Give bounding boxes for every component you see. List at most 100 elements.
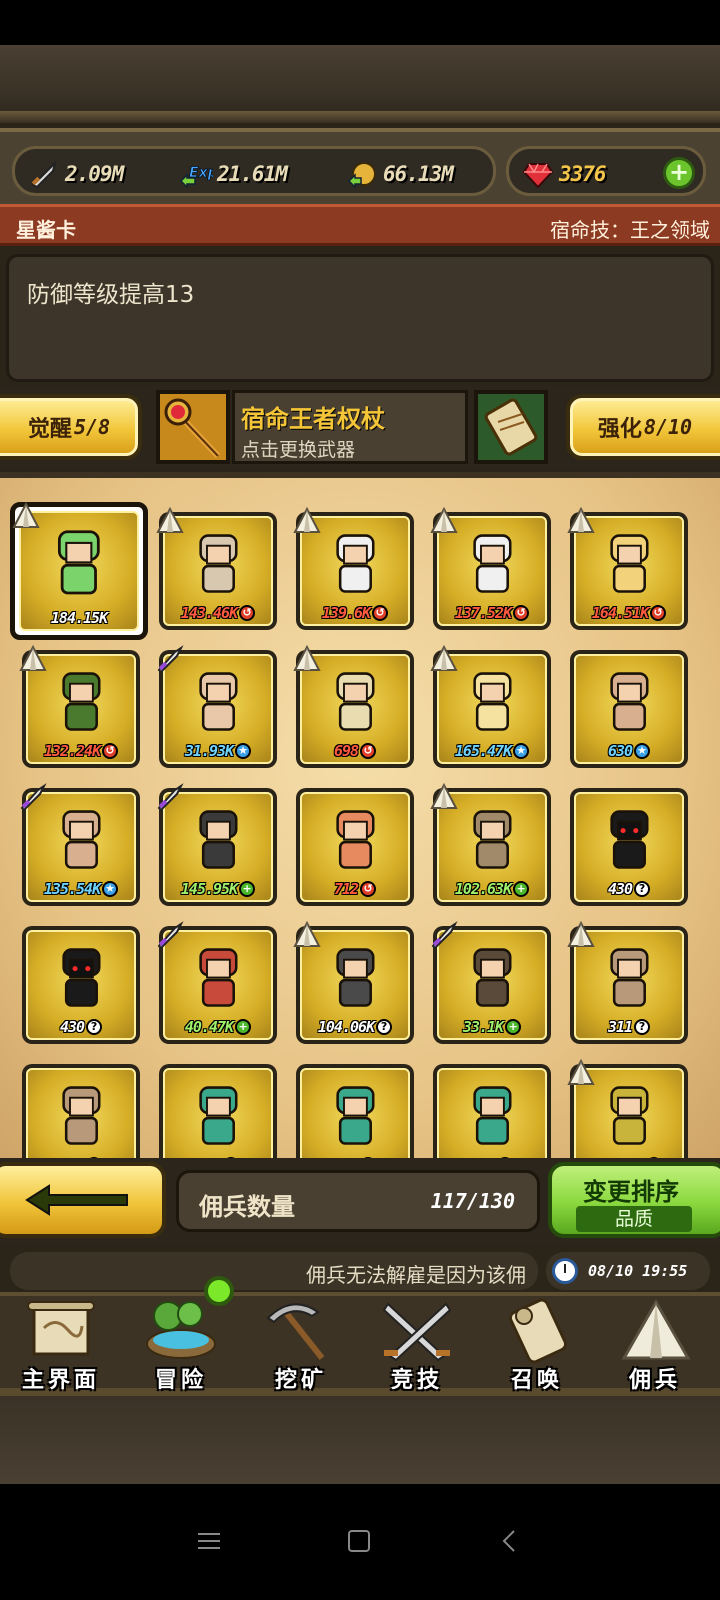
hero-card[interactable]: 145.95K + <box>157 783 277 906</box>
hero-power-value: 40.47K <box>184 1018 234 1036</box>
hero-class-icon: ↺ <box>360 743 377 759</box>
hero-sprite <box>472 810 512 869</box>
enhance-button[interactable]: 强化 8/10 <box>566 394 720 460</box>
hero-power: 430? <box>576 880 682 898</box>
hero-card[interactable]: 33.1K + <box>431 921 551 1044</box>
bottom-wall-decoration <box>0 1396 720 1484</box>
card-name-bar: 星酱卡 宿命技：王之领域 <box>0 204 720 246</box>
hero-card[interactable]: 311? <box>567 920 688 1044</box>
hero-card[interactable]: 143.46K ↺ <box>156 506 277 630</box>
hero-card[interactable]: 164.51K ↺ <box>567 506 688 630</box>
awaken-button[interactable]: 觉醒 5/8 <box>0 394 142 460</box>
hero-card[interactable]: 311? <box>22 1064 140 1158</box>
hero-card[interactable]: 430? <box>570 788 688 906</box>
currency-bar: 2.09M Exp 21.61M 66.13M 3376 <box>0 128 720 210</box>
hero-class-icon: ? <box>86 1157 103 1158</box>
home-icon[interactable] <box>344 1526 374 1556</box>
tent-badge-icon <box>567 506 595 533</box>
exp-resource: Exp 21.61M <box>179 159 288 189</box>
ruby-icon <box>521 159 555 189</box>
nav-item-adventure[interactable]: 冒险 <box>122 1298 240 1394</box>
tent-badge-icon <box>430 506 458 533</box>
hero-card[interactable]: 291+ <box>159 1064 277 1158</box>
hero-class-icon: ↺ <box>372 605 389 621</box>
enhance-progress: 8/10 <box>643 415 693 439</box>
add-gems-button[interactable]: + <box>663 157 695 189</box>
sword-icon <box>27 159 61 189</box>
hero-sprite <box>58 530 100 595</box>
hero-portrait: 291+ <box>437 1068 547 1158</box>
nav-item-arena[interactable]: 竞技 <box>358 1298 476 1394</box>
hero-portrait: 311? <box>26 1068 136 1158</box>
nav-item-summon[interactable]: 召唤 <box>478 1298 596 1394</box>
hero-power-value: 132.24K <box>43 742 101 760</box>
hero-sprite <box>61 948 101 1007</box>
gold-value: 66.13M <box>383 162 454 186</box>
mercenary-count-label: 佣兵数量 <box>199 1193 295 1221</box>
hero-power: 291+ <box>439 1156 545 1158</box>
weapon-slot[interactable] <box>156 390 230 464</box>
change-sort-button[interactable]: 变更排序 品质 <box>548 1162 720 1238</box>
hero-portrait: 630 ★ <box>574 654 684 764</box>
nav-item-mercenary[interactable]: 佣兵 <box>596 1298 714 1394</box>
summon-scroll-icon <box>508 1298 568 1364</box>
tent-badge-icon <box>567 920 595 947</box>
gem-value: 3376 <box>559 162 607 186</box>
mercenary-count-panel: 佣兵数量 117/130 <box>176 1170 540 1232</box>
back-button[interactable] <box>0 1162 166 1238</box>
hero-card[interactable]: 630 ★ <box>570 650 688 768</box>
hero-card[interactable]: 40.98K? <box>567 1058 688 1158</box>
scroll-icon <box>478 394 544 460</box>
weapon-info-panel[interactable]: 宿命王者权杖 点击更换武器 <box>232 390 468 464</box>
hero-power-value: 430 <box>607 880 633 898</box>
nav-label: 佣兵 <box>628 1368 681 1393</box>
hero-power-value: 135.54K <box>43 880 101 898</box>
hero-sprite <box>609 1086 649 1145</box>
hero-card[interactable]: 31.93K ★ <box>157 645 277 768</box>
hero-sprite <box>335 534 375 593</box>
awaken-label: 觉醒 <box>27 417 72 442</box>
hero-class-icon: ★ <box>102 881 119 897</box>
tent-badge-icon <box>293 920 321 947</box>
hero-sprite <box>61 1086 101 1145</box>
back-icon[interactable] <box>496 1526 526 1556</box>
hero-power: 291+ <box>302 1156 408 1158</box>
hero-card[interactable]: 137.52K ↺ <box>430 506 551 630</box>
hero-sprite <box>61 672 101 731</box>
hero-card[interactable]: 712 ↺ <box>296 788 414 906</box>
hero-power-value: 291 <box>334 1156 359 1158</box>
hero-card[interactable]: 291+ <box>296 1064 414 1158</box>
hero-sprite <box>472 1086 512 1145</box>
hero-card[interactable]: 698 ↺ <box>293 644 414 768</box>
datetime: 08/10 19:55 <box>588 1262 688 1280</box>
scroll-slot[interactable] <box>474 390 548 464</box>
hero-power: 630 ★ <box>576 742 682 760</box>
nav-item-mining[interactable]: 挖矿 <box>242 1298 360 1394</box>
hero-class-icon: + <box>513 881 530 897</box>
sword-badge-icon <box>157 645 184 674</box>
hero-power-value: 137.52K <box>454 604 512 622</box>
nav-item-home[interactable]: 主界面 <box>2 1298 120 1394</box>
hero-card[interactable]: 135.54K ★ <box>20 783 140 906</box>
hero-class-icon: ↺ <box>102 743 119 759</box>
hero-card[interactable]: 104.06K? <box>293 920 414 1044</box>
sort-value: 品质 <box>576 1206 692 1232</box>
hero-card[interactable]: 139.6K ↺ <box>293 506 414 630</box>
hero-card[interactable]: 102.63K + <box>430 782 551 906</box>
hero-card[interactable]: 430? <box>22 926 140 1044</box>
nav-label: 挖矿 <box>274 1368 327 1393</box>
ticker-text: 佣兵无法解雇是因为该佣 <box>306 1263 526 1287</box>
hero-card-selected[interactable]: 184.15K <box>10 501 148 640</box>
tent-badge-icon <box>430 644 458 671</box>
hero-card[interactable]: 40.47K + <box>157 921 277 1044</box>
hero-power: 40.98K? <box>576 1156 682 1158</box>
hero-card[interactable]: 132.24K ↺ <box>19 644 140 768</box>
menu-icon[interactable] <box>194 1526 224 1556</box>
hero-sprite <box>609 672 649 731</box>
hero-card[interactable]: 165.47K ★ <box>430 644 551 768</box>
hero-class-icon: ↺ <box>513 605 530 621</box>
hero-power: 430? <box>28 1018 134 1036</box>
card-name: 星酱卡 <box>16 218 76 242</box>
hero-card[interactable]: 291+ <box>433 1064 551 1158</box>
hero-class-icon: ? <box>634 881 651 897</box>
